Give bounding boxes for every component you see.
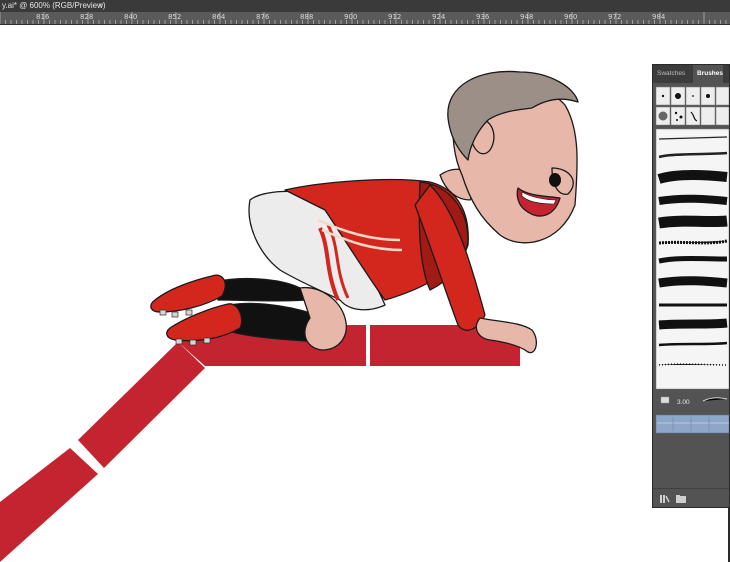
- close-tab-icon[interactable]: ×: [98, 0, 103, 12]
- art-brush-list[interactable]: [655, 128, 730, 390]
- ruler-label: 828: [80, 13, 94, 21]
- artboard-canvas[interactable]: [0, 25, 650, 562]
- ruler-label: 972: [608, 13, 622, 21]
- ruler-label: 864: [212, 13, 226, 21]
- ruler-label: 876: [256, 13, 270, 21]
- back-boot: [150, 274, 226, 313]
- tab-swatches[interactable]: Swatches: [653, 65, 693, 83]
- ruler-label: 912: [388, 13, 402, 21]
- brush-libraries-icon[interactable]: [659, 492, 671, 504]
- brush-thumbnails[interactable]: [653, 83, 730, 507]
- track-diagonal-upper: [78, 342, 205, 468]
- new-folder-icon[interactable]: [675, 492, 687, 504]
- brushes-panel[interactable]: Swatches Brushes 3.00: [652, 64, 730, 508]
- footballer-illustration[interactable]: [150, 70, 579, 354]
- brush-size-value: 3.00: [677, 399, 690, 406]
- eye: [549, 173, 561, 187]
- tab-brushes[interactable]: Brushes: [693, 65, 723, 83]
- ruler-label: 840: [124, 13, 138, 21]
- panel-footer: [653, 488, 729, 507]
- document-tab[interactable]: y.ai* @ 600% (RGB/Preview) ×: [0, 0, 730, 12]
- ruler-label: 924: [432, 13, 446, 21]
- ruler-label: 936: [476, 13, 490, 21]
- document-tab-title[interactable]: y.ai* @ 600% (RGB/Preview): [2, 0, 106, 12]
- ruler-label: 888: [300, 13, 314, 21]
- ruler-label: 900: [344, 13, 358, 21]
- red-track-shape[interactable]: [0, 325, 520, 562]
- calligraphic-brush-row[interactable]: [655, 86, 730, 106]
- ruler-label: 984: [652, 13, 666, 21]
- horizontal-ruler[interactable]: 816 828 840 852 864 876 888 900 912 924 …: [0, 12, 730, 25]
- ruler-label: 948: [520, 13, 534, 21]
- brush-library[interactable]: 3.00: [653, 83, 730, 507]
- track-diagonal-lower: [0, 448, 98, 562]
- ruler-label: 852: [168, 13, 182, 21]
- ruler-label: 960: [564, 13, 578, 21]
- selected-brush-row[interactable]: [660, 396, 728, 404]
- scatter-brush-row[interactable]: [655, 106, 730, 126]
- pattern-brush-strip[interactable]: [655, 414, 730, 434]
- panel-tab-strip: Swatches Brushes: [653, 65, 729, 83]
- back-leg-shin: [214, 277, 306, 302]
- ruler-label: 816: [36, 13, 50, 21]
